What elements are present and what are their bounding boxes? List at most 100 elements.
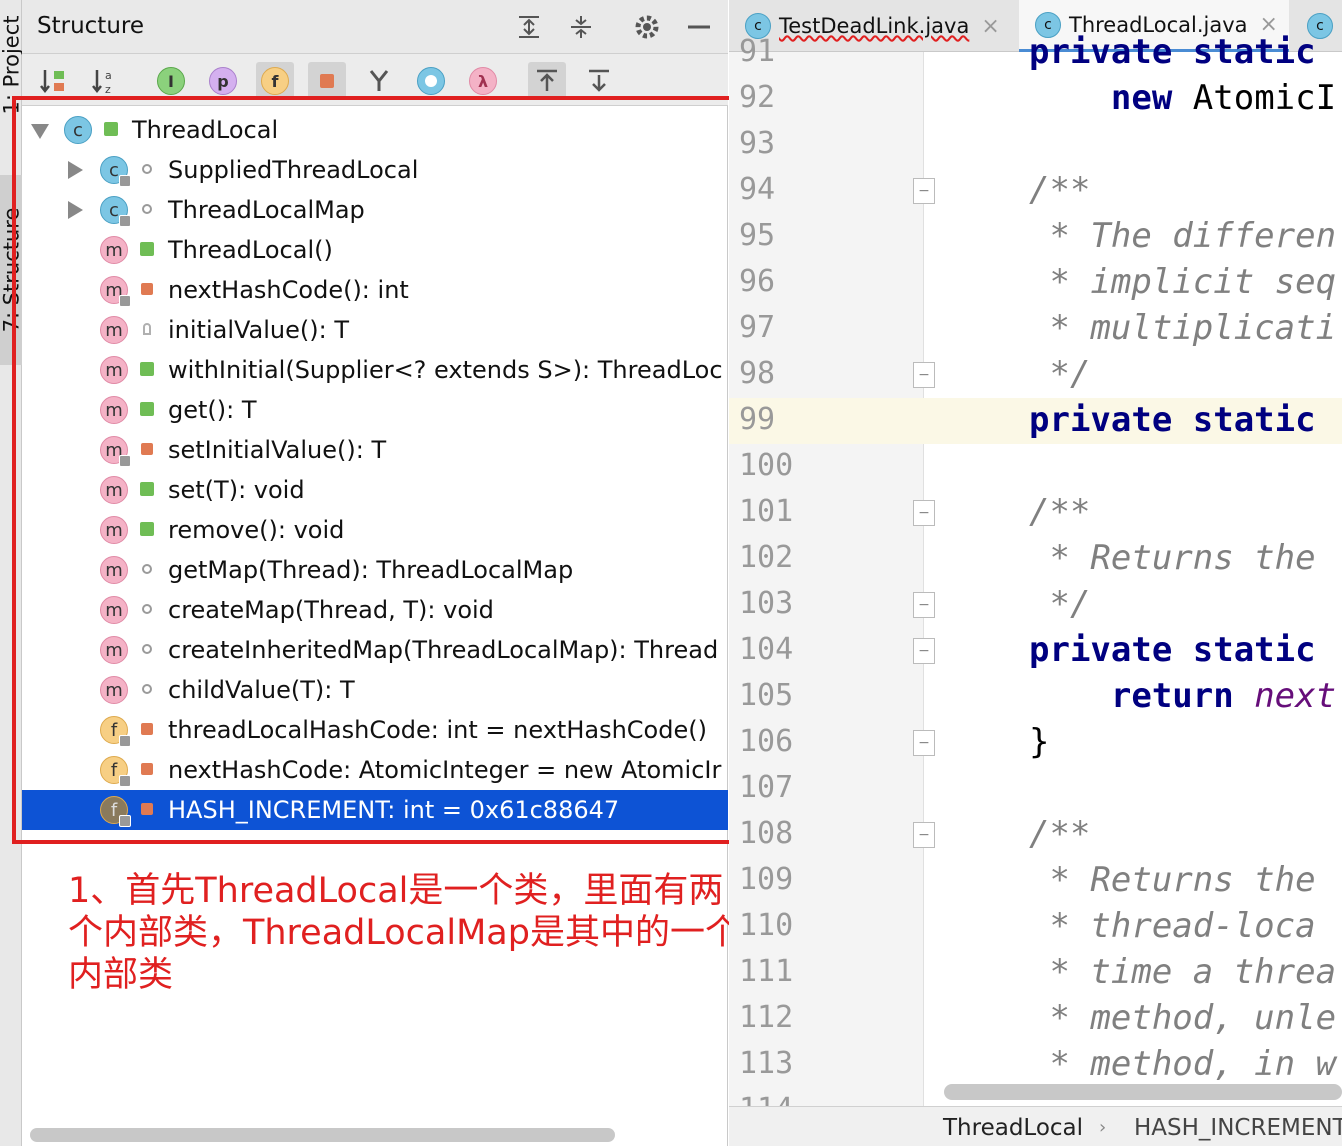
tree-node-field[interactable]: f HASH_INCREMENT: int = 0x61c88647	[22, 790, 728, 830]
method-icon: m	[100, 516, 128, 544]
collapse-arrow-icon[interactable]	[68, 201, 83, 219]
method-icon: m	[100, 436, 131, 467]
class-icon: c	[64, 116, 92, 144]
fold-marker-icon[interactable]: −	[913, 730, 935, 756]
show-inherited-icon[interactable]: I	[152, 62, 190, 100]
line-number: 92	[739, 80, 776, 115]
tree-node-field[interactable]: f nextHashCode: AtomicInteger = new Atomi…	[22, 750, 728, 790]
tree-node-method[interactable]: m remove(): void	[22, 510, 728, 550]
tree-node-method[interactable]: m getMap(Thread): ThreadLocalMap	[22, 550, 728, 590]
method-icon: m	[100, 636, 128, 664]
line-number: 107	[739, 770, 794, 805]
code-text: * implicit seq	[1029, 262, 1337, 302]
sort-alphabetically-icon[interactable]: az	[86, 62, 124, 100]
visibility-public-icon	[104, 122, 118, 136]
tree-node-label: ThreadLocalMap	[168, 196, 365, 224]
visibility-private-icon	[140, 442, 154, 456]
tree-node-method[interactable]: m childValue(T): T	[22, 670, 728, 710]
tree-node-method[interactable]: m ThreadLocal()	[22, 230, 728, 270]
tree-node-label: setInitialValue(): T	[168, 436, 387, 464]
fold-marker-icon[interactable]: −	[913, 178, 935, 204]
expand-all-icon[interactable]	[512, 10, 546, 44]
tree-node-class[interactable]: c SuppliedThreadLocal	[22, 150, 728, 190]
breadcrumb-item-field[interactable]: HASH_INCREMENT	[1134, 1115, 1342, 1141]
method-icon: m	[100, 396, 128, 424]
tree-node-field[interactable]: f threadLocalHashCode: int = nextHashCode…	[22, 710, 728, 750]
breadcrumb-item-class[interactable]: ThreadLocal	[943, 1115, 1083, 1141]
tree-node-label: getMap(Thread): ThreadLocalMap	[168, 556, 574, 584]
line-number: 94	[739, 172, 776, 207]
tree-node-method[interactable]: m nextHashCode(): int	[22, 270, 728, 310]
expand-arrow-icon[interactable]	[31, 124, 49, 139]
code-line: 104 − private static	[729, 628, 1342, 674]
show-lambdas-icon[interactable]: λ	[464, 62, 502, 100]
code-text: * time a threa	[1029, 952, 1337, 992]
hide-icon[interactable]	[682, 10, 716, 44]
tree-node-label: childValue(T): T	[168, 676, 355, 704]
tree-node-class[interactable]: c ThreadLocalMap	[22, 190, 728, 230]
fold-marker-icon[interactable]: −	[913, 822, 935, 848]
fold-marker-icon[interactable]: −	[913, 592, 935, 618]
code-line: 91 private static	[729, 30, 1342, 76]
method-icon: m	[100, 236, 128, 264]
structure-horizontal-scrollbar[interactable]	[30, 1128, 615, 1142]
code-editor: c TestDeadLink.java × c ThreadLocal.java × c 9…	[729, 0, 1342, 1146]
tree-node-method[interactable]: m get(): T	[22, 390, 728, 430]
breadcrumb: ThreadLocal › HASH_INCREMENT	[729, 1106, 1342, 1146]
collapse-all-icon[interactable]	[564, 10, 598, 44]
line-number: 101	[739, 494, 794, 529]
visibility-package-icon	[140, 562, 154, 576]
line-number: 108	[739, 816, 794, 851]
tree-node-method[interactable]: m createMap(Thread, T): void	[22, 590, 728, 630]
show-properties-icon[interactable]: p	[204, 62, 242, 100]
line-number: 96	[739, 264, 776, 299]
method-icon: m	[100, 556, 128, 584]
tree-node-method[interactable]: m createInheritedMap(ThreadLocalMap): Thr…	[22, 630, 728, 670]
sort-by-visibility-icon[interactable]	[34, 62, 72, 100]
project-tool-tab[interactable]: 1: Project	[0, 0, 23, 130]
tree-node-method[interactable]: m initialValue(): T	[22, 310, 728, 350]
show-non-public-icon[interactable]	[308, 62, 346, 100]
code-line: 105 return next	[729, 674, 1342, 720]
show-lambdas-circle-icon[interactable]	[412, 62, 450, 100]
tool-window-stripe: 1: Project 7: Structure	[0, 0, 23, 1146]
gear-icon[interactable]	[630, 10, 664, 44]
method-icon: m	[100, 316, 128, 344]
code-text: */	[1029, 584, 1091, 624]
tree-node-label: remove(): void	[168, 516, 345, 544]
code-line: 102 * Returns the	[729, 536, 1342, 582]
field-icon: f	[100, 716, 131, 747]
project-tool-tab-label: 1: Project	[0, 15, 23, 115]
visibility-package-icon	[140, 162, 154, 176]
fold-marker-icon[interactable]: −	[913, 500, 935, 526]
code-line: 112 * method, unle	[729, 996, 1342, 1042]
collapse-arrow-icon[interactable]	[68, 161, 83, 179]
structure-tool-tab[interactable]: 7: Structure	[0, 175, 23, 365]
autoscroll-from-source-icon[interactable]	[580, 62, 618, 100]
visibility-private-icon	[140, 762, 154, 776]
tree-node-class[interactable]: c ThreadLocal	[22, 110, 728, 150]
autoscroll-to-source-icon[interactable]	[528, 62, 566, 100]
fold-marker-icon[interactable]: −	[913, 638, 935, 664]
code-line: 94 − /**	[729, 168, 1342, 214]
tree-node-label: get(): T	[168, 396, 257, 424]
tree-node-method[interactable]: m setInitialValue(): T	[22, 430, 728, 470]
tree-node-method[interactable]: m withInitial(Supplier<? extends S>): Thr…	[22, 350, 728, 390]
visibility-public-icon	[140, 482, 154, 496]
tree-node-label: SuppliedThreadLocal	[168, 156, 419, 184]
code-line: 101 − /**	[729, 490, 1342, 536]
tree-node-label: nextHashCode(): int	[168, 276, 409, 304]
show-anonymous-icon[interactable]	[360, 62, 398, 100]
show-fields-icon[interactable]: f	[256, 62, 294, 100]
code-text: */	[1029, 354, 1091, 394]
code-line: 103 − */	[729, 582, 1342, 628]
method-icon: m	[100, 476, 128, 504]
line-number: 112	[739, 1000, 794, 1035]
structure-tree: c ThreadLocal c SuppliedThreadLocal c ThreadL…	[22, 110, 728, 830]
fold-marker-icon[interactable]: −	[913, 362, 935, 388]
editor-horizontal-scrollbar[interactable]	[944, 1084, 1342, 1100]
structure-tool-tab-label: 7: Structure	[0, 207, 23, 333]
tree-node-method[interactable]: m set(T): void	[22, 470, 728, 510]
method-icon: m	[100, 676, 128, 704]
visibility-package-icon	[140, 602, 154, 616]
